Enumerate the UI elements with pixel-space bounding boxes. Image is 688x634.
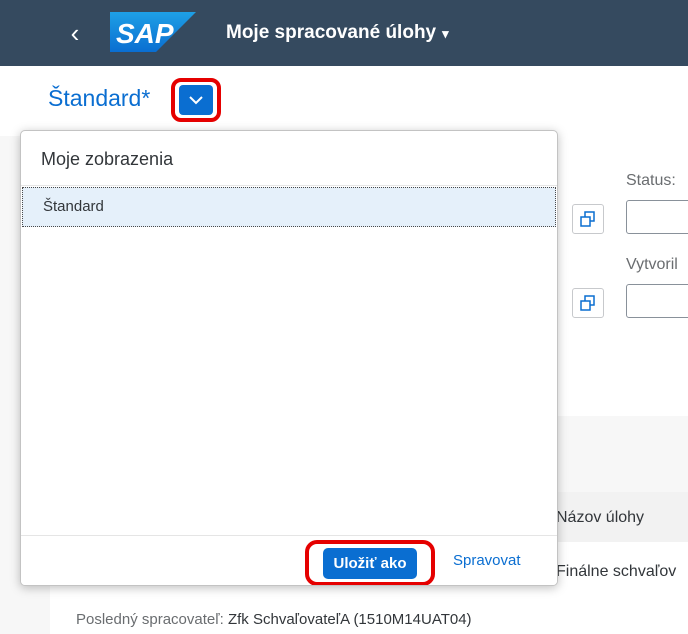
value-help-icon bbox=[580, 211, 595, 227]
caret-down-icon: ▾ bbox=[442, 26, 449, 41]
value-help-button[interactable] bbox=[572, 204, 604, 234]
status-input[interactable] bbox=[626, 200, 688, 234]
sap-logo: SAP bbox=[110, 12, 196, 52]
variant-popover: Moje zobrazenia Štandard Uložiť ako Spra… bbox=[20, 130, 558, 586]
last-processor: Posledný spracovateľ: Zfk SchvaľovateľA … bbox=[76, 611, 472, 628]
divider bbox=[21, 185, 557, 186]
last-processor-value: Zfk SchvaľovateľA (1510M14UAT04) bbox=[227, 611, 472, 628]
popover-title: Moje zobrazenia bbox=[41, 149, 174, 169]
variant-title: Štandard* bbox=[48, 85, 151, 111]
variant-item-standard[interactable]: Štandard bbox=[22, 187, 556, 227]
created-by-label: Vytvoril bbox=[626, 256, 678, 273]
created-by-input[interactable] bbox=[626, 284, 688, 318]
value-help-icon bbox=[580, 295, 595, 311]
last-processor-label: Posledný spracovateľ: bbox=[76, 611, 224, 628]
manage-button[interactable]: Spravovat bbox=[453, 552, 521, 569]
variant-select-button[interactable] bbox=[171, 78, 221, 122]
app-title-menu[interactable]: Moje spracované úlohy ▾ bbox=[226, 20, 449, 47]
popover-footer: Uložiť ako Spravovat bbox=[21, 535, 557, 585]
shell-bar: ‹ SAP Moje spracované úlohy ▾ bbox=[0, 0, 688, 66]
task-name-cell: Finálne schvaľov bbox=[556, 563, 677, 580]
back-button[interactable]: ‹ bbox=[62, 18, 88, 48]
svg-text:SAP: SAP bbox=[116, 18, 174, 49]
app-title: Moje spracované úlohy bbox=[226, 22, 437, 43]
chevron-down-icon bbox=[189, 96, 203, 105]
value-help-button[interactable] bbox=[572, 288, 604, 318]
column-header-task-name[interactable]: Názov úlohy bbox=[556, 509, 644, 527]
save-as-highlight: Uložiť ako bbox=[305, 540, 435, 585]
variant-dropdown-inner[interactable] bbox=[179, 85, 213, 115]
chevron-left-icon: ‹ bbox=[70, 18, 80, 48]
status-label: Status: bbox=[626, 172, 676, 189]
save-as-button[interactable]: Uložiť ako bbox=[323, 547, 417, 579]
